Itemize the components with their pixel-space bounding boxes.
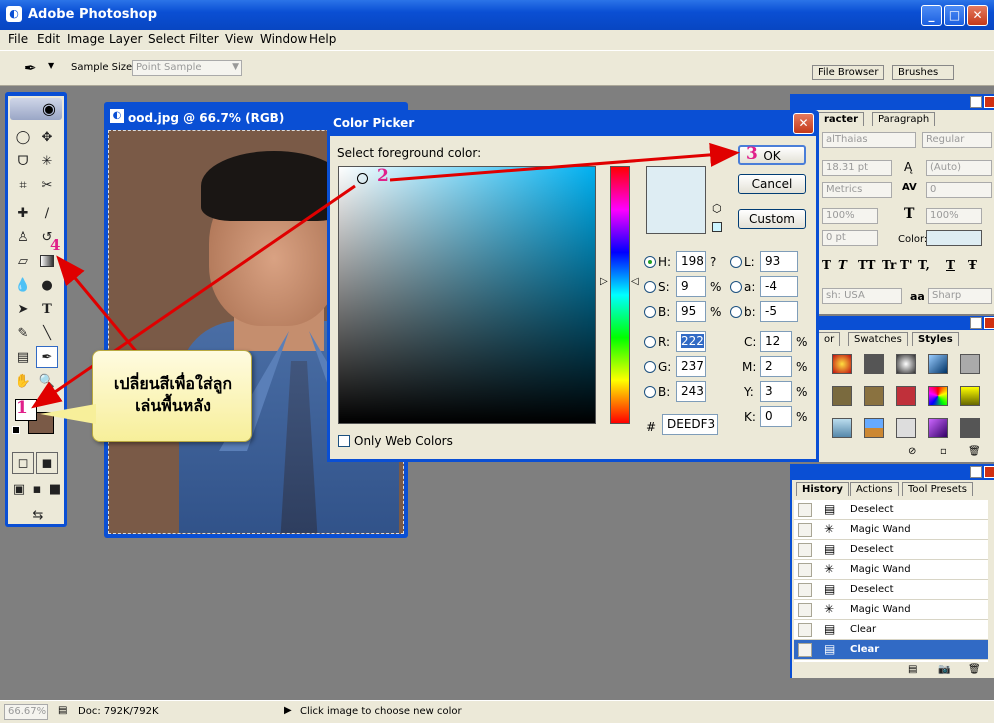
step-number-3: 3 [746, 144, 758, 164]
callout-text: เปลี่ยนสีเพื่อใส่ลูกเล่นพื้นหลัง [113, 374, 233, 415]
step-number-2: 2 [377, 166, 389, 186]
step-number-4: 4 [50, 236, 61, 254]
step-number-1: 1 [16, 398, 28, 418]
tutorial-callout: เปลี่ยนสีเพื่อใส่ลูกเล่นพื้นหลัง [92, 350, 252, 442]
arrow-to-ok-button [389, 142, 740, 182]
